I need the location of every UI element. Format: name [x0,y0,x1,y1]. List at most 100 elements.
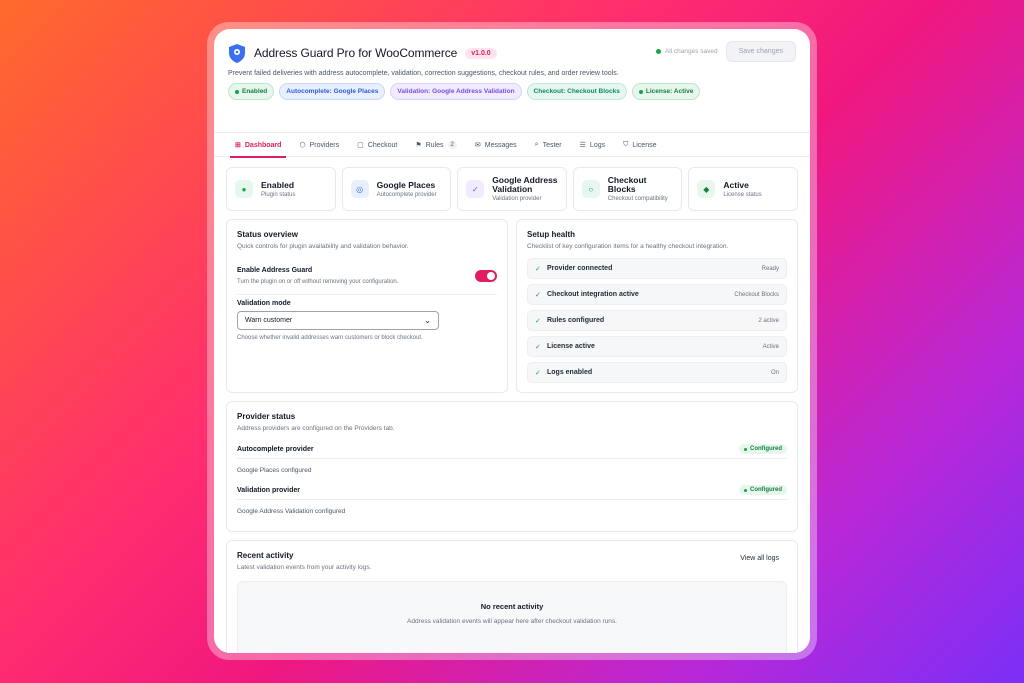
provider-label: Validation provider [237,486,301,494]
setup-health-title: Setup health [527,230,576,239]
circle-icon: ○ [581,180,600,198]
recent-activity-card: Recent activity Latest validation events… [226,540,798,653]
stat-sub: License status [723,191,762,198]
bag-icon: ▢ [357,142,364,149]
save-status: All changes saved [655,48,718,55]
tab-label: Checkout [367,141,398,149]
tab-label: Tester [542,141,562,149]
diamond-icon: ◆ [697,180,716,198]
empty-state: No recent activity Address validation ev… [237,581,787,653]
health-item: ✓ Rules configured 2 active [527,310,787,331]
health-item-value: 2 active [758,317,779,324]
empty-title: No recent activity [480,602,544,611]
stat-cards: ● Enabled Plugin status ◎ Google Places Au… [226,167,798,211]
view-all-logs-button[interactable]: View all logs [732,552,787,565]
enable-desc: Turn the plugin on or off without removi… [237,279,399,285]
tab-tester[interactable]: ⌕ Tester [526,133,571,157]
status-overview-title: Status overview [237,230,298,239]
stat-card-autocomplete: ◎ Google Places Autocomplete provider [341,167,452,211]
health-item: ✓ Checkout integration active Checkout Blo… [527,284,787,305]
provider-value: Google Address Validation configured [237,508,346,515]
status-dot-icon: ● [235,180,253,198]
mode-label: Validation mode [237,300,291,307]
stat-title: Google Places [376,179,436,190]
mail-icon: ✉ [474,142,481,149]
chevron-down-icon: ⌄ [424,316,431,325]
configured-badge: Configured [739,485,787,495]
stat-title: Checkout Blocks [607,175,647,194]
check-icon: ✓ [535,369,541,377]
badge-enabled: Enabled [228,83,275,100]
grid-icon: ⊞ [235,142,241,149]
setup-health-card: Setup health Checklist of key configurat… [516,219,798,393]
recent-activity-desc: Latest validation events from your activ… [237,564,372,571]
provider-label: Autocomplete provider [237,445,314,453]
stat-sub: Plugin status [261,191,296,198]
provider-row-autocomplete: Autocomplete provider Configured [237,444,787,454]
tab-messages[interactable]: ✉ Messages [466,133,526,157]
status-overview-desc: Quick controls for plugin availability a… [237,243,409,250]
provider-value: Google Places configured [237,467,312,474]
health-item-name: License active [547,343,595,350]
divider [237,458,787,459]
stat-card-checkout: ○ Checkout Blocks Checkout compatibility [572,167,683,211]
status-badges: Enabled Autocomplete: Google Places Vali… [228,83,796,100]
enabled-dot-icon [235,89,239,94]
provider-status-title: Provider status [237,412,296,421]
save-button[interactable]: Save changes [725,41,796,62]
configured-text: Configured [750,487,782,493]
app-subtitle: Prevent failed deliveries with address a… [228,70,619,77]
tab-rules[interactable]: ⚑ Rules 2 [406,133,466,157]
health-item-value: On [770,369,779,376]
dashboard-content: ● Enabled Plugin status ◎ Google Places Au… [214,157,810,653]
provider-row-validation: Validation provider Configured [237,485,787,495]
badge-checkout: Checkout: Checkout Blocks [526,83,627,100]
stat-card-license: ◆ Active License status [688,167,798,211]
tab-label: Dashboard [244,141,282,149]
mode-help: Choose whether invalid addresses warn cu… [237,335,423,341]
badge-label: License: Active [645,88,694,95]
tab-license[interactable]: ⛉ License [614,133,665,157]
tab-bar: ⊞ Dashboard ⬡ Providers ▢ Checkout ⚑ Rules 2 … [214,133,810,158]
health-item: ✓ License active Active [527,336,787,357]
check-icon: ✓ [535,291,541,299]
stat-card-plugin-status: ● Enabled Plugin status [226,167,336,211]
health-item-value: Checkout Blocks [734,291,779,298]
configured-badge: Configured [739,444,787,454]
stat-title: Active [723,179,749,190]
shield-icon: ⛉ [623,141,629,148]
enable-label: Enable Address Guard [237,267,313,274]
health-item-value: Active [762,343,779,350]
shield-logo-icon [228,43,246,63]
empty-desc: Address validation events will appear he… [407,618,617,625]
tab-dashboard[interactable]: ⊞ Dashboard [226,133,290,158]
tab-logs[interactable]: ☰ Logs [571,133,614,157]
badge-autocomplete: Autocomplete: Google Places [279,83,386,100]
tab-providers[interactable]: ⬡ Providers [290,133,348,157]
tab-label: Providers [309,141,340,149]
rules-count-badge: 2 [447,141,457,149]
license-dot-icon [638,89,643,94]
save-status-text: All changes saved [664,48,718,55]
badge-validation: Validation: Google Address Validation [390,83,522,100]
device-frame: Address Guard Pro for WooCommerce v1.0.0… [207,22,817,660]
health-item: ✓ Provider connected Ready [527,258,787,279]
search-icon: ⌕ [534,141,539,148]
stat-title: Google Address Validation [492,175,558,194]
health-item-name: Checkout integration active [547,291,639,298]
badge-license: License: Active [631,83,701,100]
health-item-name: Rules configured [547,317,605,324]
enable-toggle[interactable] [475,270,497,282]
status-dot-icon [744,488,747,492]
provider-status-card: Provider status Address providers are co… [226,401,798,532]
check-icon: ✓ [535,317,541,325]
flag-icon: ⚑ [415,142,422,149]
health-item-value: Ready [761,265,779,272]
badge-label: Enabled [242,88,268,95]
check-icon: ✓ [466,180,485,198]
page-header: Address Guard Pro for WooCommerce v1.0.0… [214,29,810,133]
tab-label: Logs [589,141,606,149]
health-item-name: Provider connected [547,265,613,272]
tab-checkout[interactable]: ▢ Checkout [348,133,406,157]
validation-mode-select[interactable]: Warn customer ⌄ [237,311,439,330]
